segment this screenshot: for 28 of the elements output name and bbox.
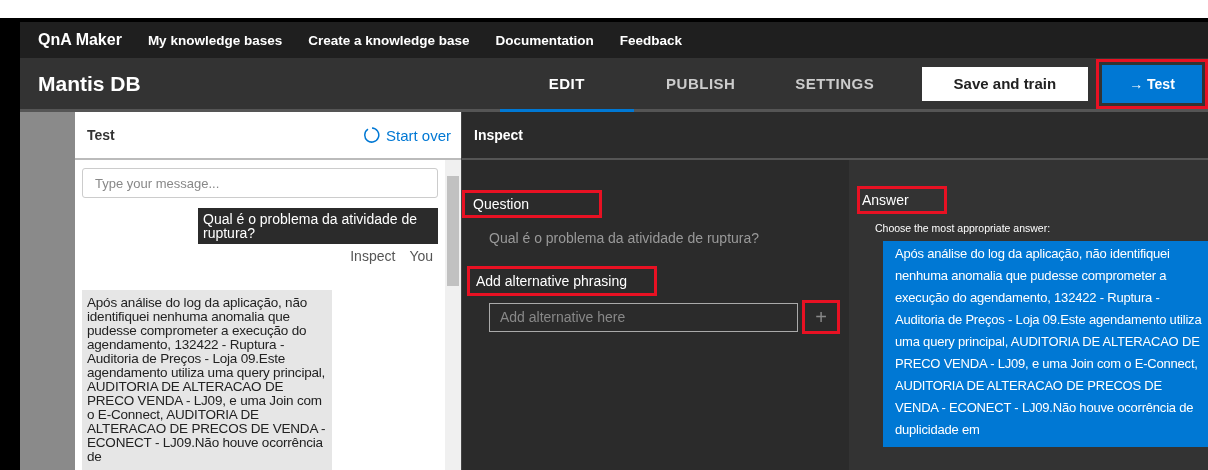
panel-title: Inspect [474,127,523,143]
test-button[interactable]: → Test [1102,64,1202,103]
answer-hint: Choose the most appropriate answer: [875,222,1052,234]
nav-link[interactable]: Documentation [495,32,594,48]
scrollbar[interactable] [445,160,461,470]
tab[interactable]: SETTINGS [767,58,902,112]
nav-link[interactable]: Feedback [619,32,683,48]
nav-link[interactable]: My knowledge bases [147,32,283,48]
question-label: Question [462,190,602,218]
alternative-field[interactable]: Add alternative here [489,302,798,332]
refresh-icon [361,126,380,144]
answer-option[interactable]: Após análise do log da aplicação, não identifiquei nenhuma anomalia que pudesse comprometer a execução do agendamento, 132422 - Ruptura - Auditoria de Preços - Loja 09.Este agendamento utiliza uma query principal, AUDITORIA DE ALTERACAO DE PRECO VENDA - LJ09, e uma Join com o E-Connect, AUDITORIA DE ALTERACAO DE PRECOS DE VENDA - ECONECT - LJ09.Não houve ocorrência de duplicidade em [883,241,1208,447]
add-button[interactable]: + [802,300,840,334]
message-meta[interactable]: You [409,248,433,264]
save-button[interactable]: Save and train [921,66,1088,101]
nav-link[interactable]: Create a knowledge base [308,32,470,48]
alternative-label: Add alternative phrasing [467,266,657,296]
question-text: Qual é o problema da atividade de ruptura? [489,230,761,246]
message-field[interactable]: Type your message... [82,168,438,198]
user-message: Qual é o problema da atividade de ruptura? [198,208,438,244]
panel-title: Test [87,127,115,143]
tab[interactable]: PUBLISH [633,58,768,112]
message-meta[interactable]: Inspect [350,248,396,264]
start-over-link[interactable]: Start over [361,126,451,144]
answer-label: Answer [857,186,947,214]
brand-name[interactable]: QnA Maker [38,31,122,49]
knowledge-base-title: Mantis DB [38,71,142,96]
bot-message: Após análise do log da aplicação, não identifiquei nenhuma anomalia que pudesse comprometer a execução do agendamento, 132422 - Ruptura - Auditoria de Preços - Loja 09.Este agendamento utiliza uma query principal, AUDITORIA DE ALTERACAO DE PRECO VENDA - LJ09, e uma Join com o E-Connect, AUDITORIA DE ALTERACAO DE PRECOS DE VENDA - ECONECT - LJ09.Não houve ocorrência de [82,290,332,470]
